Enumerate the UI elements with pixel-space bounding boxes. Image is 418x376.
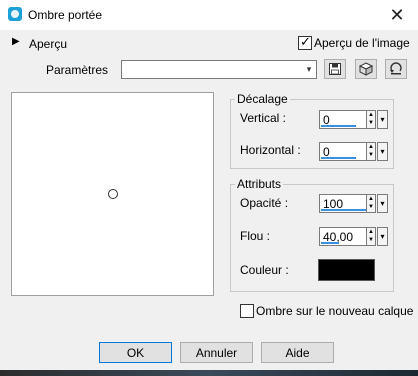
- close-icon[interactable]: ✕: [376, 0, 418, 30]
- horizontal-dropdown-icon[interactable]: ▾: [377, 142, 388, 161]
- cube-icon: [359, 62, 373, 76]
- opacite-input[interactable]: 100: [319, 194, 369, 213]
- vertical-dropdown-icon[interactable]: ▾: [377, 110, 388, 129]
- chevron-down-icon[interactable]: ▾: [302, 61, 316, 78]
- flou-spin-arrows[interactable]: ▲ ▼: [366, 227, 376, 246]
- apercu-image-checkbox[interactable]: ✓: [298, 34, 312, 50]
- vertical-label: Vertical :: [240, 111, 287, 125]
- desktop-background-strip: [0, 370, 418, 376]
- nouveau-calque-label: Ombre sur le nouveau calque: [256, 304, 414, 318]
- save-icon: [329, 63, 341, 75]
- vertical-input[interactable]: 0: [319, 110, 369, 129]
- parametres-label: Paramètres: [46, 63, 109, 77]
- parametres-combo[interactable]: [121, 60, 317, 79]
- opacite-slider-bar: [321, 209, 367, 211]
- ok-button[interactable]: OK: [99, 342, 172, 363]
- flou-label: Flou :: [240, 229, 271, 243]
- apercu-label: Aperçu: [29, 37, 68, 51]
- couleur-swatch[interactable]: [318, 259, 375, 281]
- reset-button[interactable]: [385, 59, 407, 79]
- window-title: Ombre portée: [28, 8, 103, 22]
- preview-target-icon[interactable]: [108, 189, 118, 199]
- opacite-label: Opacité :: [240, 196, 289, 210]
- opacite-dropdown-icon[interactable]: ▾: [377, 194, 388, 213]
- decalage-title: Décalage: [235, 92, 290, 106]
- expand-arrow-icon[interactable]: ▶: [12, 36, 20, 47]
- aide-button[interactable]: Aide: [261, 342, 334, 363]
- random-preset-button[interactable]: [355, 59, 377, 79]
- flou-input[interactable]: 40,00: [319, 227, 369, 246]
- attributs-title: Attributs: [235, 177, 284, 191]
- flou-dropdown-icon[interactable]: ▾: [377, 227, 388, 246]
- save-preset-button[interactable]: [324, 59, 346, 79]
- opacite-spin-arrows[interactable]: ▲ ▼: [366, 194, 376, 213]
- app-icon: [8, 7, 22, 21]
- horizontal-label: Horizontal :: [240, 143, 301, 157]
- reset-icon: [390, 62, 402, 75]
- annuler-button[interactable]: Annuler: [180, 342, 253, 363]
- check-icon: ✓: [300, 34, 311, 49]
- couleur-label: Couleur :: [240, 263, 289, 277]
- horizontal-slider-bar: [321, 157, 356, 159]
- vertical-slider-bar: [321, 125, 356, 127]
- horizontal-spin-arrows[interactable]: ▲ ▼: [366, 142, 376, 161]
- vertical-spin-arrows[interactable]: ▲ ▼: [366, 110, 376, 129]
- flou-slider-bar: [321, 242, 339, 244]
- nouveau-calque-checkbox[interactable]: [240, 304, 254, 318]
- horizontal-input[interactable]: 0: [319, 142, 369, 161]
- apercu-image-label: Aperçu de l'image: [314, 36, 410, 50]
